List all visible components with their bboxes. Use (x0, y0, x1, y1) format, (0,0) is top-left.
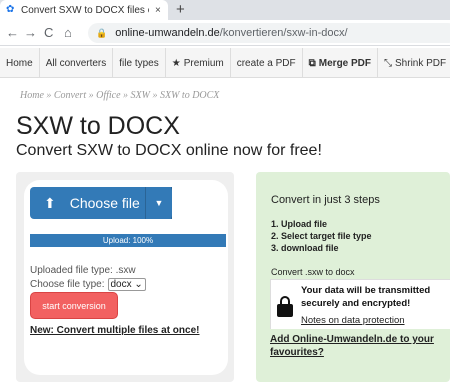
nav-create-pdf[interactable]: create a PDF (231, 48, 303, 78)
upload-icon: ⬆ (44, 194, 56, 211)
lock-icon[interactable]: 🔒 (96, 28, 107, 39)
add-favourites-link[interactable]: Add Online-Umwandeln.de to your favourit… (270, 333, 450, 359)
choose-file-type-row: Choose file type: docx ⌄ (30, 278, 146, 291)
convert-title: Convert .sxw to docx (271, 267, 355, 277)
reload-icon[interactable]: C (44, 25, 53, 40)
nav-home[interactable]: Home (0, 48, 40, 78)
upload-progress-label: Upload: 100% (102, 236, 154, 245)
breadcrumb[interactable]: Home » Convert » Office » SXW » SXW to D… (20, 90, 219, 101)
nav-shrink-pdf[interactable]: ⤡ Shrink PDF (378, 48, 450, 78)
caret-down-icon: ▼ (154, 198, 164, 208)
site-nav: Home All converters file types ★ Premium … (0, 48, 450, 78)
nav-file-types[interactable]: file types (113, 48, 166, 78)
uploaded-file-type: Uploaded file type: .sxw (30, 265, 136, 276)
new-tab-icon[interactable]: + (176, 1, 185, 18)
step-download: 3. download file (271, 243, 339, 253)
url-path: /konvertieren/sxw-in-docx/ (219, 27, 348, 39)
page-title: SXW to DOCX (16, 112, 180, 140)
step-select-type: 2. Select target file type (271, 231, 372, 241)
url-domain: online-umwandeln.de (115, 27, 220, 39)
steps-list: 1. Upload file 2. Select target file typ… (271, 218, 372, 254)
address-bar: ← → C ⌂ 🔒 online-umwandeln.de/konvertier… (0, 20, 450, 46)
site-favicon-icon: ✿ (6, 4, 15, 15)
shrink-icon: ⤡ (384, 57, 393, 69)
star-icon: ★ (171, 57, 181, 69)
file-type-select[interactable]: docx ⌄ (107, 278, 146, 291)
upload-options-button[interactable]: ▼ (145, 187, 172, 219)
url-text: online-umwandeln.de/konvertieren/sxw-in-… (115, 27, 347, 39)
nav-all-converters[interactable]: All converters (40, 48, 114, 78)
multi-files-link[interactable]: New: Convert multiple files at once! (30, 325, 199, 336)
choose-file-label: Choose file (69, 195, 140, 211)
upload-progress-bar: Upload: 100% (30, 234, 226, 247)
nav-merge-pdf-label: Merge PDF (318, 57, 372, 69)
start-conversion-button[interactable]: start conversion (30, 292, 118, 319)
padlock-icon (277, 296, 293, 317)
steps-title: Convert in just 3 steps (271, 194, 380, 206)
url-field[interactable]: 🔒 online-umwandeln.de/konvertieren/sxw-i… (88, 23, 450, 43)
tab-close-icon[interactable]: × (155, 5, 161, 16)
file-type-value: docx (110, 279, 132, 290)
nav-shrink-pdf-label: Shrink PDF (395, 57, 447, 69)
browser-tab[interactable]: ✿ Convert SXW to DOCX files onlin × (0, 0, 168, 20)
browser-tabstrip: ✿ Convert SXW to DOCX files onlin × + (0, 0, 450, 20)
privacy-link[interactable]: Notes on data protection (301, 315, 405, 326)
security-text: Your data will be transmitted securely a… (301, 285, 431, 309)
step-upload: 1. Upload file (271, 219, 328, 229)
forward-icon[interactable]: → (24, 25, 37, 40)
choose-file-type-label: Choose file type: (30, 279, 105, 290)
nav-premium-label: Premium (183, 57, 224, 69)
back-icon[interactable]: ← (6, 25, 19, 40)
home-icon[interactable]: ⌂ (64, 25, 72, 40)
nav-premium[interactable]: ★ Premium (166, 48, 231, 78)
nav-merge-pdf[interactable]: ⧉ Merge PDF (303, 48, 379, 78)
tab-title: Convert SXW to DOCX files onlin (21, 4, 149, 16)
merge-icon: ⧉ (308, 57, 316, 69)
page-subtitle: Convert SXW to DOCX online now for free! (16, 142, 322, 159)
